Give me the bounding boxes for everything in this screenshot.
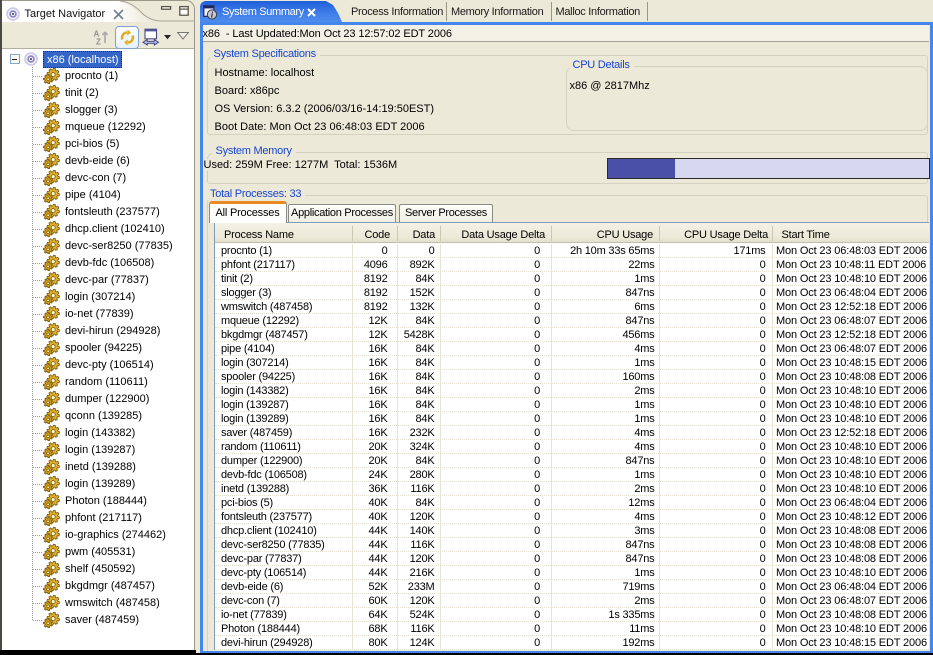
svg-text:Z: Z <box>96 38 101 46</box>
